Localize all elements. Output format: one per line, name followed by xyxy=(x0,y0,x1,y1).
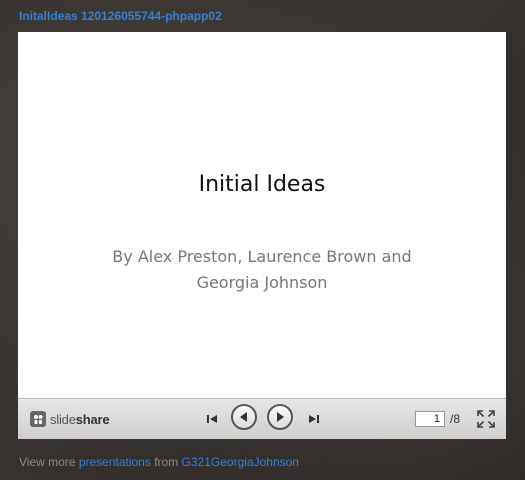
slide-subtitle: By Alex Preston, Laurence Brown and Geor… xyxy=(78,244,446,296)
slide-canvas: Initial Ideas By Alex Preston, Laurence … xyxy=(18,32,506,398)
footer-from: from xyxy=(154,455,179,469)
slideshare-logo-icon xyxy=(30,411,46,427)
next-slide-button[interactable] xyxy=(267,404,293,430)
presentations-link[interactable]: presentations xyxy=(79,455,151,469)
view-more-footer: View more presentations from G321Georgia… xyxy=(19,455,299,469)
page-total: /8 xyxy=(450,412,461,426)
footer-prefix: View more xyxy=(19,455,76,469)
slide-subtitle-line-2: Georgia Johnson xyxy=(196,273,328,292)
first-slide-icon xyxy=(207,415,217,423)
player-toolbar: slideshare 1 /8 xyxy=(18,398,506,439)
slideshare-player: Initial Ideas By Alex Preston, Laurence … xyxy=(18,32,506,439)
slide-subtitle-line-1: By Alex Preston, Laurence Brown and xyxy=(112,247,412,266)
brand-prefix: slide xyxy=(50,411,76,427)
presentation-title-link[interactable]: InitalIdeas 120126055744-phpapp02 xyxy=(19,9,222,23)
current-page-input[interactable]: 1 xyxy=(415,411,445,427)
fullscreen-button[interactable] xyxy=(477,410,495,428)
last-slide-icon xyxy=(309,415,319,423)
brand-suffix: share xyxy=(75,411,110,427)
last-slide-button[interactable] xyxy=(306,407,322,431)
first-slide-button[interactable] xyxy=(204,407,220,431)
previous-slide-button[interactable] xyxy=(231,404,257,430)
slideshare-brand[interactable]: slideshare xyxy=(30,410,110,428)
slideshare-wordmark: slideshare xyxy=(50,411,110,427)
slide-title: Initial Ideas xyxy=(198,172,326,197)
author-link[interactable]: G321GeorgiaJohnson xyxy=(182,455,299,469)
previous-slide-icon xyxy=(240,412,247,422)
next-slide-icon xyxy=(277,412,284,422)
fullscreen-icon xyxy=(477,410,495,428)
